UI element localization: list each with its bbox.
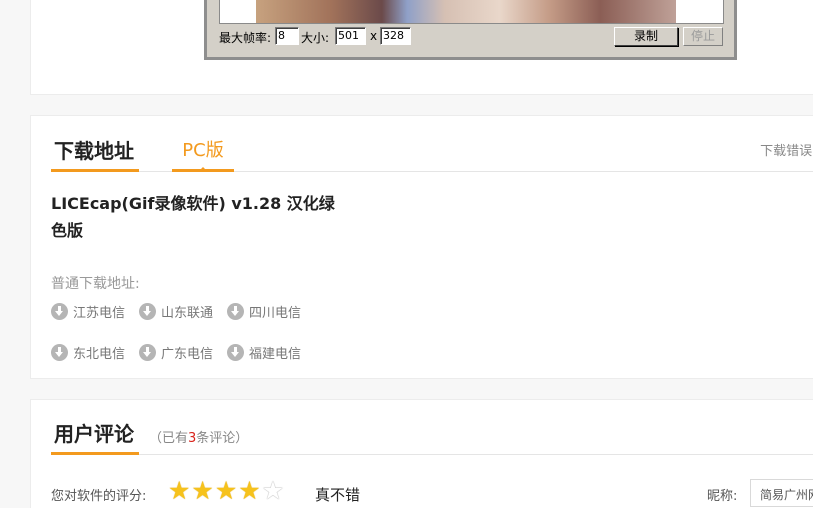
licecap-controls: 最大帧率: 8 大小: 501 x 328 录制 停止: [219, 27, 729, 47]
download-icon: [51, 303, 68, 320]
normal-download-heading: 普通下载地址:: [51, 276, 140, 292]
download-tabbar: 下载地址 PC版 下载错误?: [51, 136, 813, 172]
file-title: LICEcap(Gif录像软件) v1.28 汉化绿色版: [51, 194, 335, 240]
height-input[interactable]: 328: [380, 27, 411, 45]
download-section: 下载地址 PC版 下载错误? LICEcap(Gif录像软件) v1.28 汉化…: [30, 115, 813, 379]
capture-preview: [219, 0, 724, 24]
rating-text: 真不错: [315, 486, 361, 504]
download-icon: [139, 303, 156, 320]
download-icon: [51, 344, 68, 361]
max-fps-input[interactable]: 8: [275, 27, 299, 45]
size-separator: x: [370, 29, 378, 43]
mirror-link[interactable]: 四川电信: [227, 303, 301, 323]
max-fps-label: 最大帧率:: [219, 31, 272, 45]
download-icon: [139, 344, 156, 361]
comment-tabbar: 用户评论 （已有3条评论）: [51, 418, 813, 455]
tab-user-comments: 用户评论: [51, 418, 139, 455]
download-icon: [227, 344, 244, 361]
star-filled-icon[interactable]: ★: [215, 478, 237, 504]
star-filled-icon[interactable]: ★: [238, 478, 260, 504]
stop-button[interactable]: 停止: [683, 27, 723, 46]
mirror-link[interactable]: 广东电信: [139, 344, 213, 364]
width-input[interactable]: 501: [335, 27, 366, 45]
nickname-input[interactable]: 简易广州网友: [750, 479, 813, 507]
star-filled-icon[interactable]: ★: [168, 478, 190, 504]
size-label: 大小:: [301, 31, 330, 45]
mirror-link[interactable]: 江苏电信: [51, 303, 125, 323]
star-filled-icon[interactable]: ★: [191, 478, 213, 504]
mirror-link[interactable]: 福建电信: [227, 344, 301, 364]
comment-section: 用户评论 （已有3条评论） 您对软件的评分: ★★★★★ 真不错 昵称: 简易广…: [30, 399, 813, 508]
rating-label: 您对软件的评分:: [51, 489, 147, 504]
comment-count: （已有3条评论）: [149, 431, 249, 446]
report-error-link[interactable]: 下载错误?: [760, 140, 813, 159]
download-icon: [227, 303, 244, 320]
rating-stars[interactable]: ★★★★★: [168, 478, 285, 504]
star-empty-icon[interactable]: ★: [262, 478, 284, 504]
screenshot-card: 最大帧率: 8 大小: 501 x 328 录制 停止: [30, 0, 813, 95]
mirror-link[interactable]: 东北电信: [51, 344, 125, 364]
tab-download-address: 下载地址: [51, 136, 139, 172]
record-button[interactable]: 录制: [614, 27, 678, 46]
tab-pc-version[interactable]: PC版: [172, 136, 234, 172]
preview-image: [256, 0, 676, 23]
nickname-label: 昵称:: [707, 489, 738, 504]
mirror-link[interactable]: 山东联通: [139, 303, 213, 323]
licecap-window: 最大帧率: 8 大小: 501 x 328 录制 停止: [204, 0, 737, 60]
